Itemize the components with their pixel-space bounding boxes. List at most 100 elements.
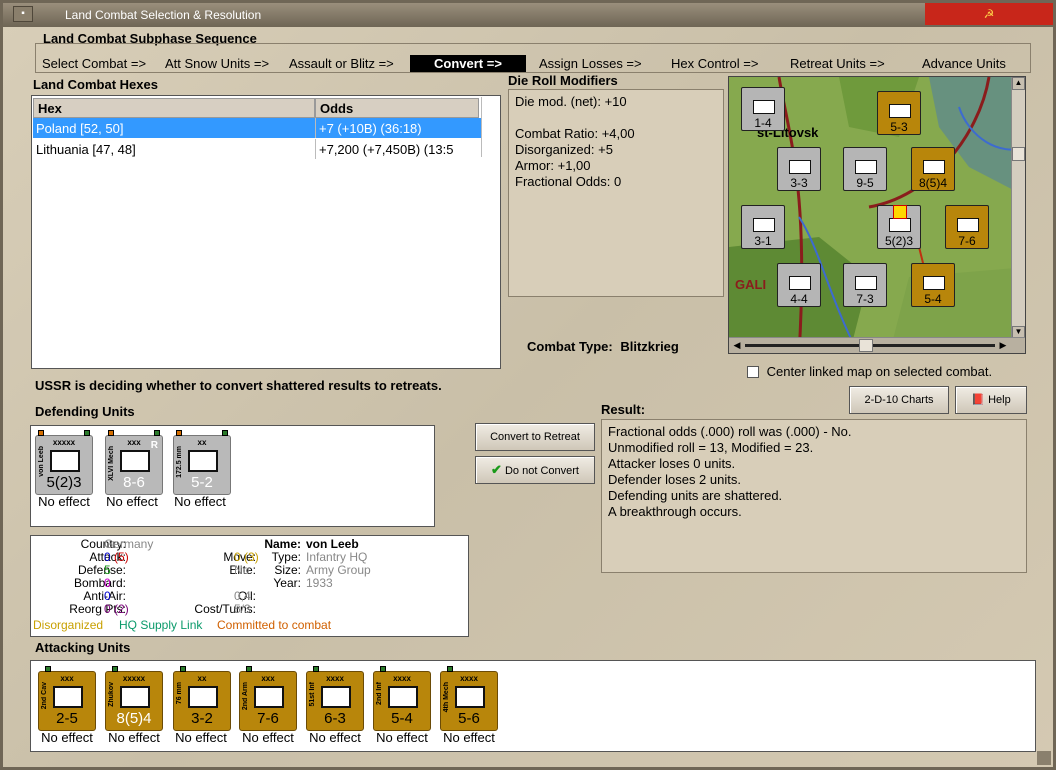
map-counter[interactable]: 5-4 xyxy=(911,263,955,307)
modifier-line: Armor: +1,00 xyxy=(515,158,591,173)
map-horizontal-scrollbar[interactable]: ◀ ▶ xyxy=(729,337,1025,353)
map-counter[interactable]: 3-3 xyxy=(777,147,821,191)
scroll-up-icon[interactable]: ▲ xyxy=(1012,77,1025,90)
defending-unit[interactable]: xxx R XLVI Mech 8-6 xyxy=(105,430,163,495)
status-message: USSR is deciding whether to convert shat… xyxy=(35,378,442,393)
unit-effect: No effect xyxy=(376,730,428,745)
flag-committed: Committed to combat xyxy=(217,618,332,632)
attacking-unit[interactable]: xxx 2nd Cav 2-5 xyxy=(38,666,96,731)
unit-name: 2nd Inf xyxy=(376,682,383,705)
table-row[interactable]: Lithuania [47, 48] +7,200 (+7,450B) (13:… xyxy=(33,139,481,159)
hq-symbol-icon xyxy=(120,686,150,708)
horizontal-scroll-thumb[interactable] xyxy=(859,339,873,352)
unit-effect: No effect xyxy=(175,730,227,745)
linked-map[interactable]: st-Litovsk GALI 1-4 5-3 3-3 9-5 8(5)4 3-… xyxy=(728,76,1026,354)
die-roll-modifiers-panel: Die mod. (net): +10 Combat Ratio: +4,00 … xyxy=(508,89,724,297)
close-button[interactable]: ☭ xyxy=(925,3,1053,25)
system-menu-icon[interactable]: ▪ xyxy=(13,6,33,22)
vertical-scroll-thumb[interactable] xyxy=(1012,147,1025,161)
map-counter[interactable]: 3-1 xyxy=(741,205,785,249)
status-pip xyxy=(112,666,118,672)
convert-to-retreat-button[interactable]: Convert to Retreat xyxy=(475,423,595,451)
combat-type-label: Combat Type: xyxy=(527,339,613,354)
map-label-gali: GALI xyxy=(735,277,767,292)
map-counter[interactable]: 9-5 xyxy=(843,147,887,191)
table-edge xyxy=(481,97,482,157)
reorg-value: 0 (2) xyxy=(104,602,129,616)
elite-value: No xyxy=(234,563,250,577)
year-value: 1933 xyxy=(306,576,333,590)
land-combat-hexes-title: Land Combat Hexes xyxy=(33,77,158,92)
map-counter[interactable]: 8(5)4 xyxy=(911,147,955,191)
scroll-right-icon[interactable]: ▶ xyxy=(997,340,1009,352)
center-map-option[interactable]: Center linked map on selected combat. xyxy=(747,363,992,379)
phase-hex-control: Hex Control => xyxy=(671,56,759,71)
flag-disorganized: Disorganized xyxy=(33,618,104,632)
help-button[interactable]: 📕 Help xyxy=(955,386,1027,414)
unit-effect: No effect xyxy=(174,494,226,509)
map-counter[interactable]: 5-3 xyxy=(877,91,921,135)
cavalry-symbol-icon xyxy=(53,686,83,708)
attacking-unit[interactable]: xxx 2nd Arm 7-6 xyxy=(239,666,297,731)
unit-strength: 5-4 xyxy=(391,710,413,727)
column-header-odds[interactable]: Odds xyxy=(315,98,479,118)
unit-strength: 8-6 xyxy=(123,474,145,491)
attacking-unit[interactable]: xx 76 mm 3-2 xyxy=(173,666,231,731)
center-map-checkbox[interactable] xyxy=(747,365,759,378)
attacking-unit[interactable]: xxxx 51st Inf 6-3 xyxy=(306,666,364,731)
map-counter[interactable]: 1-4 xyxy=(741,87,785,131)
table-row[interactable]: Poland [52, 50] +7 (+10B) (36:18) xyxy=(33,118,481,138)
status-pip xyxy=(154,430,160,436)
phase-convert: Convert => xyxy=(410,55,526,72)
unit-strength: 5-2 xyxy=(191,474,213,491)
result-line: Defending units are shattered. xyxy=(608,488,783,503)
help-label: Help xyxy=(988,394,1011,406)
result-panel: Fractional odds (.000) roll was (.000) -… xyxy=(601,419,1027,573)
odds-cell: +7,200 (+7,450B) (13:5 xyxy=(319,142,454,157)
defending-unit[interactable]: xxxxx von Leeb 5(2)3 xyxy=(35,430,93,495)
die-roll-modifiers-title: Die Roll Modifiers xyxy=(508,73,618,88)
map-counter[interactable]: 4-4 xyxy=(777,263,821,307)
defending-unit[interactable]: xx 172.5 mm 5-2 xyxy=(173,430,231,495)
hex-cell: Lithuania [47, 48] xyxy=(36,142,136,157)
combat-type-value: Blitzkrieg xyxy=(620,339,679,354)
map-counter[interactable]: 7-3 xyxy=(843,263,887,307)
unit-strength: 7-6 xyxy=(257,710,279,727)
unit-strength: 2-5 xyxy=(56,710,78,727)
unit-effect: No effect xyxy=(443,730,495,745)
map-vertical-scrollbar[interactable]: ▲ ▼ xyxy=(1011,77,1025,339)
combat-marker-icon xyxy=(893,205,907,219)
window-title: Land Combat Selection & Resolution xyxy=(65,8,262,22)
status-pip xyxy=(222,430,228,436)
column-header-hex[interactable]: Hex xyxy=(33,98,315,118)
armor-symbol-icon xyxy=(254,686,284,708)
unit-name: von Leeb xyxy=(38,446,45,477)
anti-tank-symbol-icon xyxy=(188,686,218,708)
subphase-sequence: Select Combat => Att Snow Units => Assau… xyxy=(35,43,1031,73)
result-line: A breakthrough occurs. xyxy=(608,504,742,519)
charts-button[interactable]: 2-D-10 Charts xyxy=(849,386,949,414)
unit-effect: No effect xyxy=(41,730,93,745)
unit-info-panel: Country: Germany Attack: 0 (5) Defense: … xyxy=(30,535,469,637)
unit-effect: No effect xyxy=(309,730,361,745)
status-pip xyxy=(246,666,252,672)
infantry-symbol-icon xyxy=(50,450,80,472)
attacking-unit[interactable]: xxxx 2nd Inf 5-4 xyxy=(373,666,431,731)
map-counter[interactable]: 7-6 xyxy=(945,205,989,249)
status-pip xyxy=(38,430,44,436)
resize-grip-icon[interactable] xyxy=(1037,751,1051,765)
flag-supply-link: HQ Supply Link xyxy=(119,618,203,632)
status-pip xyxy=(313,666,319,672)
unit-effect: No effect xyxy=(106,494,158,509)
do-not-convert-button[interactable]: ✔ Do not Convert xyxy=(475,456,595,484)
scroll-left-icon[interactable]: ◀ xyxy=(731,340,743,352)
unit-strength: 3-2 xyxy=(191,710,213,727)
attacking-unit[interactable]: xxxx 4th Mech 5-6 xyxy=(440,666,498,731)
unit-name: 2nd Cav xyxy=(41,682,48,710)
attacking-unit[interactable]: xxxxx Zhukov 8(5)4 xyxy=(105,666,163,731)
mechanized-symbol-icon xyxy=(120,450,150,472)
land-combat-hexes-table[interactable]: Hex Odds Poland [52, 50] +7 (+10B) (36:1… xyxy=(31,95,501,369)
unit-tag: R xyxy=(150,440,158,451)
title-bar[interactable]: ▪ Land Combat Selection & Resolution ☭ xyxy=(3,3,1053,27)
unit-effect: No effect xyxy=(108,730,160,745)
